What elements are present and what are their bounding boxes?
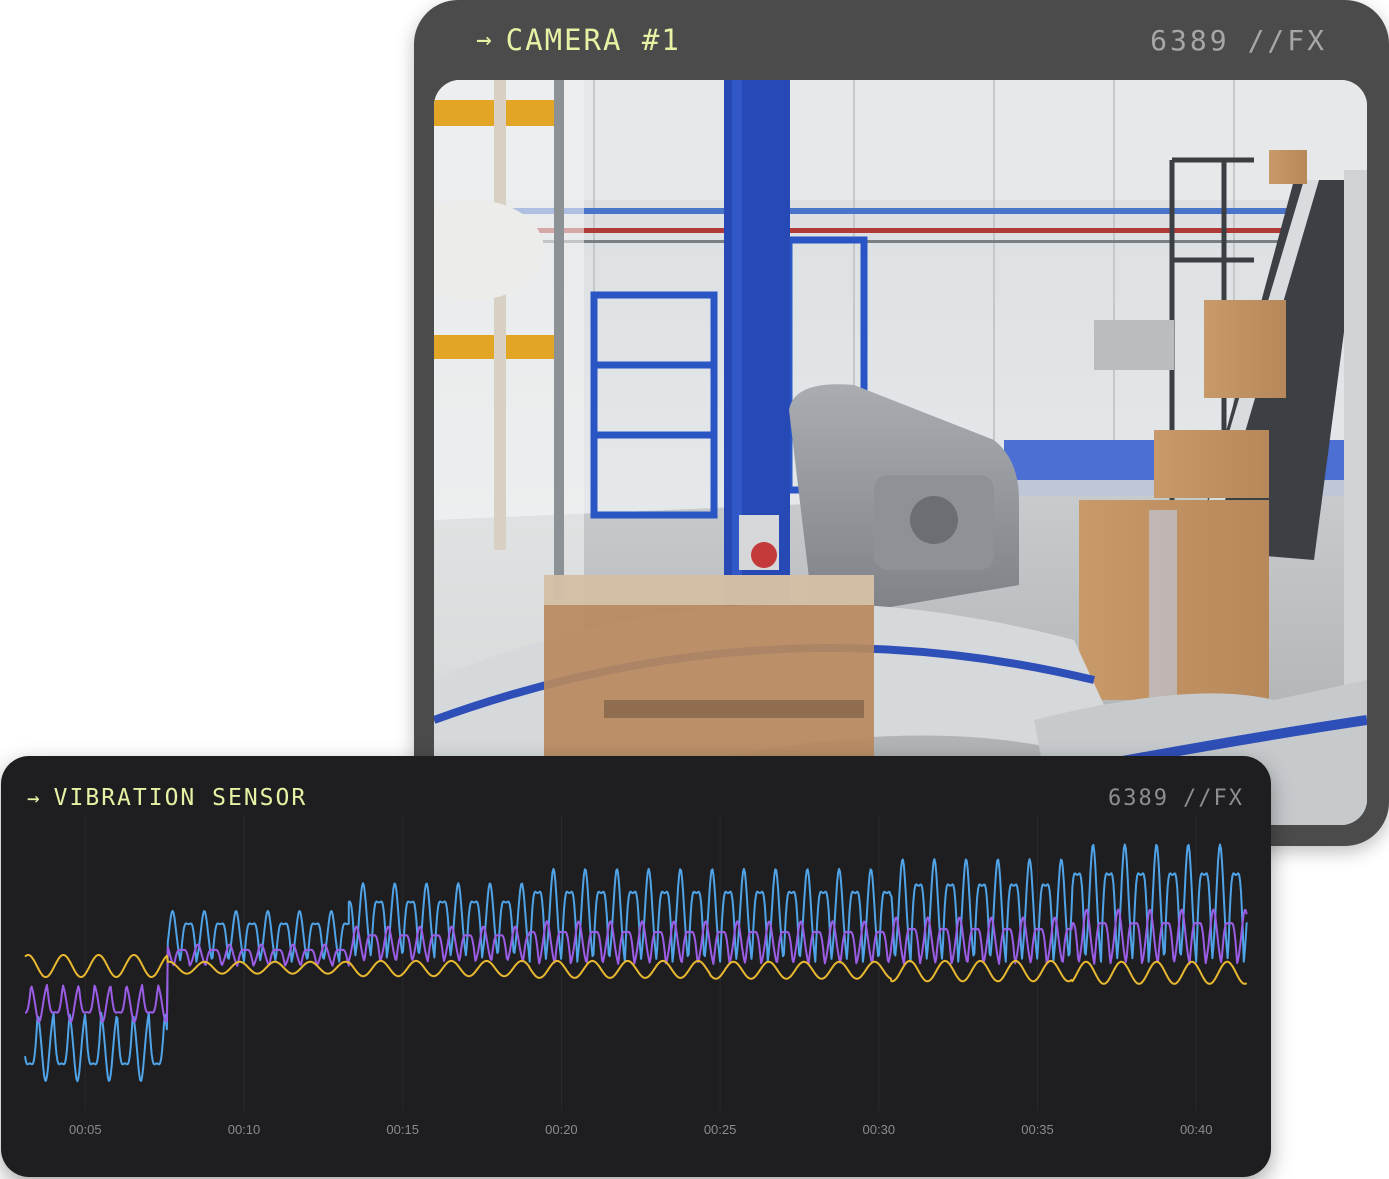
x-tick-label: 00:05 xyxy=(69,1122,102,1137)
camera-id: 6389 xyxy=(1150,23,1230,57)
camera-id-group: 6389 //FX xyxy=(1150,24,1327,57)
x-tick-label: 00:25 xyxy=(704,1122,737,1137)
warehouse-scene-image xyxy=(434,80,1367,825)
camera-title: CAMERA #1 xyxy=(505,23,681,57)
camera-suffix: //FX xyxy=(1247,23,1327,57)
x-tick-label: 00:40 xyxy=(1180,1122,1213,1137)
arrow-right-icon: → xyxy=(476,25,492,55)
camera-panel: → CAMERA #1 6389 //FX xyxy=(414,0,1389,846)
x-tick-label: 00:35 xyxy=(1021,1122,1054,1137)
x-tick-label: 00:15 xyxy=(386,1122,419,1137)
vibration-chart: 00:05 00:10 00:15 00:20 00:25 00:30 00:35 00:40 xyxy=(24,816,1248,1137)
x-tick-label: 00:30 xyxy=(863,1122,896,1137)
x-tick-label: 00:10 xyxy=(228,1122,261,1137)
x-tick-label: 00:20 xyxy=(545,1122,578,1137)
vibration-sensor-panel: → VIBRATION SENSOR 6389//FX 00:05 00:10 00… xyxy=(1,756,1271,1177)
camera-feed-image xyxy=(434,80,1367,825)
camera-header: → CAMERA #1 6389 //FX xyxy=(414,0,1389,80)
camera-title-group: → CAMERA #1 xyxy=(476,23,681,57)
